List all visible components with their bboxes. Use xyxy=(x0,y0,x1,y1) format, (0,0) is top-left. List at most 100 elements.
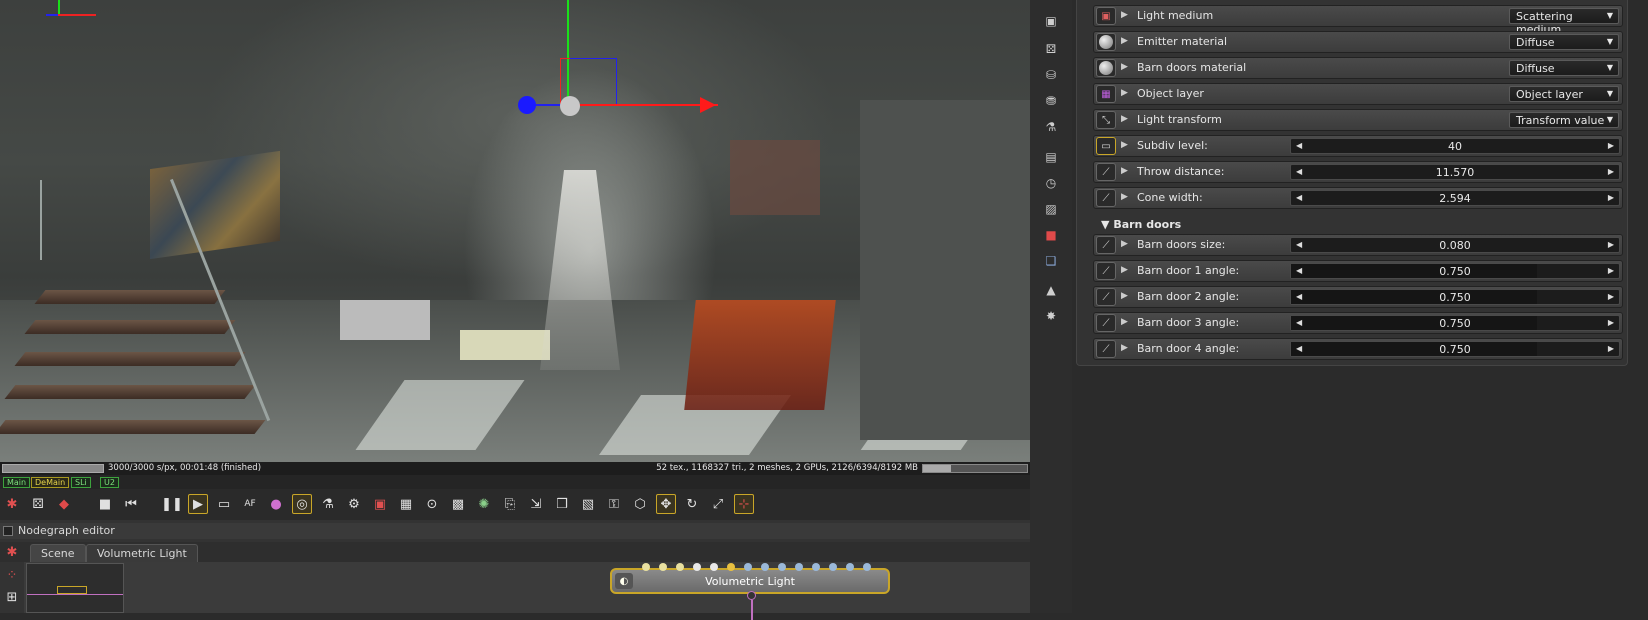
node-input-pin[interactable] xyxy=(846,563,854,571)
light-transform-dropdown[interactable]: Transform value ▼ xyxy=(1509,112,1619,128)
graph-scene-icon[interactable]: ✱ xyxy=(2,542,22,562)
render-icon[interactable]: ▭ xyxy=(214,494,234,514)
node-input-pin[interactable] xyxy=(659,563,667,571)
sphere-icon[interactable] xyxy=(1096,59,1116,77)
barn-doors-size-slider[interactable]: ◀ 0.080 ▶ xyxy=(1290,237,1620,253)
checker-icon[interactable]: ▩ xyxy=(448,494,468,514)
float-graph-icon[interactable]: ⟋ xyxy=(1096,314,1116,332)
barn-door-3-slider[interactable]: ◀ 0.750 ▶ xyxy=(1290,315,1620,331)
emitter-material-dropdown[interactable]: Diffuse ▼ xyxy=(1509,34,1619,50)
device-tag-u2[interactable]: U2 xyxy=(100,477,119,488)
gizmo-center-handle[interactable] xyxy=(560,96,580,116)
camera-icon[interactable]: ⚄ xyxy=(28,494,48,514)
cube2-icon[interactable]: ❒ xyxy=(552,494,572,514)
expand-arrow-icon[interactable]: ▶ xyxy=(1121,140,1128,150)
float-graph-icon[interactable]: ⟋ xyxy=(1096,163,1116,181)
device-tag-main[interactable]: Main xyxy=(3,477,31,488)
throw-distance-slider[interactable]: ◀ 11.570 ▶ xyxy=(1290,164,1620,180)
graph-nodes-icon[interactable]: ⁘ xyxy=(2,565,22,585)
node-output-pin[interactable] xyxy=(747,591,756,600)
volumetric-light-node[interactable]: ◐ Volumetric Light xyxy=(610,563,890,620)
rewind-icon[interactable]: ⏮ xyxy=(121,494,141,514)
barn-door-2-slider[interactable]: ◀ 0.750 ▶ xyxy=(1290,289,1620,305)
expand-arrow-icon[interactable]: ▶ xyxy=(1121,36,1128,46)
node-input-pin[interactable] xyxy=(761,563,769,571)
node-input-pin[interactable] xyxy=(812,563,820,571)
layers-icon[interactable]: ⛁ xyxy=(1042,66,1060,84)
gizmo-z-handle[interactable] xyxy=(518,96,536,114)
cone-width-slider[interactable]: ◀ 2.594 ▶ xyxy=(1290,190,1620,206)
spray-icon[interactable]: ✺ xyxy=(474,494,494,514)
material-icon[interactable]: ⚙ xyxy=(344,494,364,514)
film-icon[interactable]: ▤ xyxy=(1042,148,1060,166)
inspect-icon[interactable]: ▦ xyxy=(396,494,416,514)
medium-icon[interactable]: ▣ xyxy=(1096,7,1116,25)
box-icon[interactable]: ⬡ xyxy=(630,494,650,514)
graph-layout-icon[interactable]: ⊞ xyxy=(2,587,22,607)
materials-icon[interactable]: ⚗ xyxy=(1042,118,1060,136)
node-input-pin[interactable] xyxy=(727,563,735,571)
light-icon[interactable]: ✸ xyxy=(1042,307,1060,325)
af-icon[interactable]: AF xyxy=(240,494,260,514)
axis-icon[interactable]: ⊹ xyxy=(734,494,754,514)
gizmo-x-axis[interactable] xyxy=(568,104,718,106)
render-viewport[interactable] xyxy=(0,0,1030,462)
tab-scene[interactable]: Scene xyxy=(30,544,86,562)
texture-icon[interactable]: ▨ xyxy=(1042,200,1060,218)
node-input-pin[interactable] xyxy=(710,563,718,571)
float-graph-icon[interactable]: ⟋ xyxy=(1096,340,1116,358)
barn-doors-material-dropdown[interactable]: Diffuse ▼ xyxy=(1509,60,1619,76)
subdiv-level-slider[interactable]: ◀ 40 ▶ xyxy=(1290,138,1620,154)
expand-arrow-icon[interactable]: ▶ xyxy=(1121,166,1128,176)
picture-icon[interactable]: ▲ xyxy=(1042,281,1060,299)
float-graph-icon[interactable]: ⟋ xyxy=(1096,236,1116,254)
expand-arrow-icon[interactable]: ▶ xyxy=(1121,317,1128,327)
clock-icon[interactable]: ◷ xyxy=(1042,174,1060,192)
expand-arrow-icon[interactable]: ▶ xyxy=(1121,10,1128,20)
nodegraph-minimap[interactable] xyxy=(26,563,124,613)
object-icon[interactable]: ❑ xyxy=(1042,252,1060,270)
transform-icon[interactable]: ⤡ xyxy=(1096,111,1116,129)
expand-arrow-icon[interactable]: ▶ xyxy=(1121,343,1128,353)
expand-arrow-icon[interactable]: ▶ xyxy=(1121,62,1128,72)
color-icon[interactable]: ● xyxy=(266,494,286,514)
section-barn-doors[interactable]: ▼ Barn doors xyxy=(1101,218,1181,231)
object-layer-dropdown[interactable]: Object layer ▼ xyxy=(1509,86,1619,102)
expand-arrow-icon[interactable]: ▶ xyxy=(1121,239,1128,249)
expand-arrow-icon[interactable]: ▶ xyxy=(1121,114,1128,124)
expand-arrow-icon[interactable]: ▶ xyxy=(1121,265,1128,275)
node-input-pin[interactable] xyxy=(693,563,701,571)
barn-door-4-slider[interactable]: ◀ 0.750 ▶ xyxy=(1290,341,1620,357)
expand-arrow-icon[interactable]: ▶ xyxy=(1121,291,1128,301)
device-tag-sli[interactable]: SLi xyxy=(71,477,91,488)
move-icon[interactable]: ✥ xyxy=(656,494,676,514)
play-icon[interactable]: ▶ xyxy=(188,494,208,514)
environment-icon[interactable]: ⛃ xyxy=(1042,92,1060,110)
float-graph-icon[interactable]: ⟋ xyxy=(1096,262,1116,280)
sphere-icon[interactable] xyxy=(1096,33,1116,51)
cube-icon[interactable]: ◆ xyxy=(54,494,74,514)
lock-icon[interactable]: ◎ xyxy=(292,494,312,514)
padlock-icon[interactable]: ⚿ xyxy=(604,494,624,514)
device-tag-demain[interactable]: DeMain xyxy=(31,477,70,488)
camera-icon[interactable]: ⚄ xyxy=(1042,40,1060,58)
node-input-pin[interactable] xyxy=(744,563,752,571)
layers-icon[interactable]: ▦ xyxy=(1096,85,1116,103)
node-input-pin[interactable] xyxy=(829,563,837,571)
pause-icon[interactable]: ❚❚ xyxy=(161,494,183,514)
geometry-icon[interactable]: ■ xyxy=(1042,226,1060,244)
export-icon[interactable]: ⇲ xyxy=(526,494,546,514)
int-icon[interactable]: ▭ xyxy=(1096,137,1116,155)
float-graph-icon[interactable]: ⟋ xyxy=(1096,189,1116,207)
node-input-pin[interactable] xyxy=(676,563,684,571)
copy-icon[interactable]: ⎘ xyxy=(500,494,520,514)
rotate-icon[interactable]: ↻ xyxy=(682,494,702,514)
region-icon[interactable]: ▣ xyxy=(370,494,390,514)
nodegraph-toggle-checkbox[interactable] xyxy=(3,526,13,536)
scale-icon[interactable]: ⤢ xyxy=(708,494,728,514)
expand-arrow-icon[interactable]: ▶ xyxy=(1121,192,1128,202)
barn-door-1-slider[interactable]: ◀ 0.750 ▶ xyxy=(1290,263,1620,279)
node-input-pin[interactable] xyxy=(642,563,650,571)
gizmo-x-arrow-icon[interactable] xyxy=(700,97,716,113)
scene-icon[interactable]: ✱ xyxy=(2,494,22,514)
